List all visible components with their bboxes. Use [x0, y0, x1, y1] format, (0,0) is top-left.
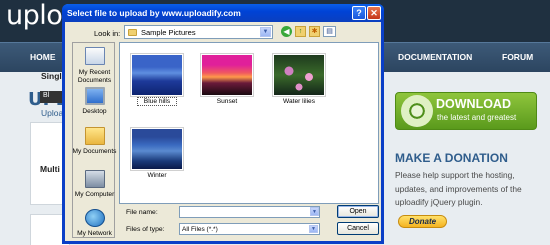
site-logo[interactable]: uplo: [6, 0, 63, 31]
dialog-title: Select file to upload by www.uploadify.c…: [67, 8, 241, 18]
browse-button[interactable]: Bl: [40, 91, 62, 103]
views-menu-icon[interactable]: ▤: [323, 26, 336, 37]
chevron-down-icon[interactable]: ▼: [260, 27, 271, 37]
places-bar: My Recent Documents Desktop My Documents…: [72, 42, 116, 238]
chevron-down-icon[interactable]: ▼: [309, 225, 318, 233]
close-button[interactable]: ✕: [367, 6, 381, 20]
water-lilies-image: [274, 55, 324, 95]
download-sublabel: the latest and greatest: [437, 113, 517, 122]
back-icon[interactable]: ◀: [281, 26, 292, 37]
file-type-dropdown[interactable]: All Files (*.*) ▼: [179, 223, 320, 235]
thumbnail: [130, 53, 184, 97]
place-label: Desktop: [82, 108, 107, 115]
help-button[interactable]: ?: [352, 6, 366, 20]
upload-link[interactable]: Uploa: [41, 108, 63, 118]
look-in-dropdown[interactable]: Sample Pictures ▼: [124, 25, 273, 39]
file-type-value: All Files (*.*): [182, 226, 218, 233]
file-name: Sunset: [216, 98, 238, 105]
new-folder-icon[interactable]: ✱: [309, 26, 320, 37]
nav-home[interactable]: HOME: [30, 52, 56, 62]
place-label: My Network: [77, 230, 112, 237]
my-computer-icon: [85, 170, 105, 188]
cancel-button[interactable]: Cancel: [337, 222, 379, 235]
file-name-label: File name:: [126, 209, 158, 216]
winter-image: [132, 129, 182, 169]
blue-hills-image: [132, 55, 182, 95]
desktop-icon: [85, 87, 105, 105]
file-type-label: Files of type:: [126, 226, 165, 233]
donation-heading: MAKE A DONATION: [395, 151, 508, 165]
file-name: Blue hills: [137, 97, 177, 106]
single-card-title: Singl: [41, 71, 62, 81]
look-in-value: Sample Pictures: [141, 28, 196, 37]
dialog-titlebar[interactable]: Select file to upload by www.uploadify.c…: [62, 4, 384, 22]
open-button[interactable]: Open: [337, 205, 379, 218]
my-documents-icon: [85, 127, 105, 145]
sunset-image: [202, 55, 252, 95]
download-button[interactable]: DOWNLOAD the latest and greatest: [395, 92, 537, 130]
file-name: Water lilies: [283, 98, 315, 105]
nav-forum[interactable]: FORUM: [502, 52, 533, 62]
multi-card-title: Multi: [40, 164, 60, 174]
up-folder-icon[interactable]: ↑: [295, 26, 306, 37]
download-disc-icon: [401, 95, 433, 127]
place-label: My Documents: [72, 148, 117, 155]
donation-text: Please help support the hosting, updates…: [395, 170, 522, 207]
download-label: DOWNLOAD: [436, 97, 511, 111]
recent-documents-icon: [85, 47, 105, 65]
chevron-down-icon[interactable]: ▼: [310, 207, 319, 216]
nav-documentation[interactable]: DOCUMENTATION: [398, 52, 472, 62]
place-label: My Computer: [74, 191, 115, 198]
my-network-icon: [85, 209, 105, 227]
folder-icon: [128, 29, 137, 36]
file-upload-dialog: Select file to upload by www.uploadify.c…: [62, 4, 384, 244]
place-label: My Recent Documents: [77, 69, 112, 84]
look-in-label: Look in:: [94, 29, 121, 38]
file-list[interactable]: Blue hills Sunset Water lilies Winter: [119, 42, 379, 204]
file-name: Winter: [147, 172, 167, 179]
thumbnail: [272, 53, 326, 97]
file-name-field[interactable]: [179, 206, 320, 218]
thumbnail: [130, 127, 184, 171]
donate-button[interactable]: Donate: [398, 215, 447, 228]
thumbnail: [200, 53, 254, 97]
